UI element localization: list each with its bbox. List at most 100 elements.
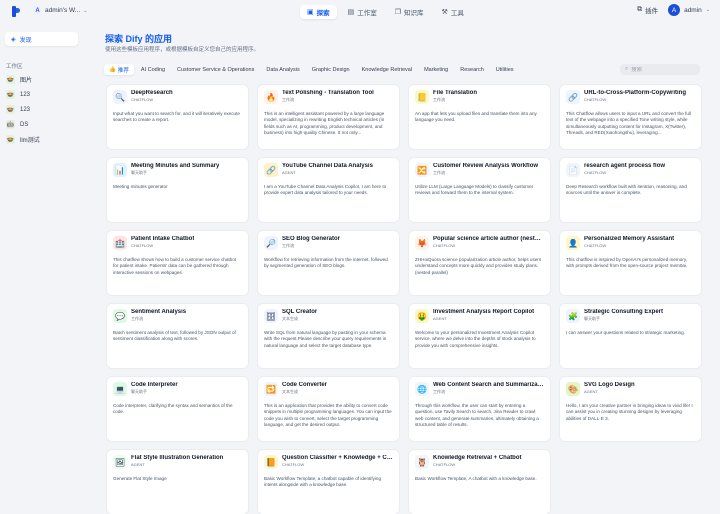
plugins-button[interactable]: ⧉ 插件 (637, 5, 658, 15)
app-description: Hello, I am your creative partner in bri… (566, 403, 693, 421)
app-card[interactable]: 🦊 Popular science article author (nested… (408, 230, 551, 296)
app-card[interactable]: 🔍 DeepResearch CHATFLOW Input what you w… (106, 84, 249, 150)
workspace-name: admin's W... (45, 7, 81, 14)
search-box[interactable]: ⌕ (620, 64, 700, 75)
sidebar-app-label: llm测试 (20, 138, 40, 144)
app-card[interactable]: 📄 research agent process flow CHATFLOW D… (559, 157, 702, 223)
nav-icon: ❐ (394, 8, 402, 16)
app-card[interactable]: 📒 File Translation 工作流 An app that lets … (408, 84, 551, 150)
app-mode-badge: 工作流 (433, 97, 445, 102)
app-name: SEO Blog Generator (282, 236, 341, 242)
sidebar-item-discover[interactable]: ◈ 发现 (5, 32, 78, 46)
app-mode-badge: CHATFLOW (584, 97, 607, 102)
app-icon: 🔗 (264, 163, 278, 177)
category-tab[interactable]: AI Coding (136, 64, 170, 75)
category-tab[interactable]: Utilities (491, 64, 519, 75)
category-tabs: 👍 推荐 AI Coding Customer Service & Operation… (104, 64, 519, 75)
app-card[interactable]: 📙 Question Classifier + Knowledge + Chat… (257, 449, 400, 514)
category-tab[interactable]: Knowledge Retrieval (357, 64, 417, 75)
app-name: Code Converter (282, 382, 328, 388)
app-description: Workflow for retrieving information from… (264, 257, 388, 269)
app-name: Personalized Memory Assistant (584, 236, 675, 242)
app-icon: 🦊 (415, 236, 429, 250)
sidebar-app-item[interactable]: 🍲 图片 (6, 74, 40, 85)
app-icon: 🔗 (566, 90, 580, 104)
sidebar-app-item[interactable]: 🍲 llm测试 (6, 134, 40, 145)
nav-tab-1[interactable]: ▤ 工作室 (341, 5, 384, 19)
app-card[interactable]: 🔥 Text Polishing - Translation Tool 工作流 … (257, 84, 400, 150)
category-tab[interactable]: Graphic Design (307, 64, 355, 75)
category-label: Graphic Design (311, 66, 350, 73)
app-description: I can answer your questions related to s… (566, 330, 685, 335)
app-mode-badge: 工作流 (131, 316, 143, 321)
app-icon: 🖼 (113, 455, 127, 469)
app-card[interactable]: 🔗 URL-to-Cross-Platform-Copywriting CHAT… (559, 84, 702, 150)
app-card[interactable]: 💬 Sentiment Analysis 工作流 Batch sentiment… (106, 303, 249, 369)
app-icon: 🔍 (113, 90, 127, 104)
app-icon: 📊 (113, 163, 127, 177)
app-card[interactable]: 💻 Code Interpreter 聊天助手 Code interpreter… (106, 376, 249, 442)
app-card[interactable]: 🏥 Patient Intake Chatbot CHATFLOW This c… (106, 230, 249, 296)
app-mode-badge: 工作流 (282, 97, 294, 102)
category-label: Knowledge Retrieval (361, 66, 413, 73)
sidebar-app-label: 123 (20, 106, 31, 113)
app-card[interactable]: 🔗 YouTube Channel Data Analysis AGENT I … (257, 157, 400, 223)
app-description: This is an application that provides the… (264, 403, 392, 428)
nav-tab-2[interactable]: ❐ 知识库 (388, 5, 431, 19)
workspace-switcher[interactable]: A admin's W... ⌄ (33, 6, 87, 15)
nav-label: 工作室 (357, 10, 377, 17)
app-card[interactable]: 🎨 SVG Logo Design AGENT Hello, I am your… (559, 376, 702, 442)
workspace-badge: A (33, 6, 42, 15)
app-icon: 🧩 (566, 309, 580, 323)
app-mode-badge: AGENT (433, 316, 447, 321)
discover-label: 发现 (19, 37, 32, 44)
app-name: Web Content Search and Summarizatio... (433, 382, 544, 388)
category-tab[interactable]: 👍 推荐 (104, 64, 134, 75)
app-icon: 💬 (113, 309, 127, 323)
user-menu[interactable]: A admin ⌄ (668, 4, 710, 16)
category-tab[interactable]: Research (455, 64, 489, 75)
user-name: admin (684, 6, 702, 14)
dify-logo[interactable] (12, 6, 20, 17)
app-name: Question Classifier + Knowledge + Chat..… (282, 455, 393, 461)
category-label: 推荐 (117, 67, 129, 74)
nav-icon: ▤ (347, 8, 355, 16)
app-card[interactable]: 👤 Personalized Memory Assistant CHATFLOW… (559, 230, 702, 296)
app-icon: 🔀 (415, 163, 429, 177)
app-mode-badge: AGENT (131, 462, 145, 467)
category-tab[interactable]: Customer Service & Operations (172, 64, 259, 75)
app-name: URL-to-Cross-Platform-Copywriting (584, 90, 686, 96)
app-card[interactable]: 🔀 Customer Review Analysis Workflow 工作流 … (408, 157, 551, 223)
app-card[interactable]: 🦉 Knowledge Retreival + Chatbot CHATFLOW… (408, 449, 551, 514)
app-icon: 🍲 (6, 135, 15, 144)
app-mode-badge: 工作流 (282, 243, 294, 248)
app-name: Investment Analysis Report Copilot (433, 309, 535, 315)
app-icon: 💻 (113, 382, 127, 396)
sidebar-app-item[interactable]: 🤖 DS (6, 119, 40, 130)
app-icon: 🦉 (415, 455, 429, 469)
app-card[interactable]: 🌐 Web Content Search and Summarizatio...… (408, 376, 551, 442)
app-card[interactable]: 🧩 Strategic Consulting Expert 聊天助手 I can… (559, 303, 702, 369)
nav-tab-3[interactable]: ⚒ 工具 (435, 5, 471, 19)
sidebar-app-item[interactable]: 🍲 123 (6, 89, 40, 100)
app-mode-badge: 文本生成 (282, 316, 298, 321)
app-card[interactable]: 📊 Meeting Minutes and Summary 聊天助手 Meeti… (106, 157, 249, 223)
search-icon: ⌕ (625, 66, 629, 72)
app-description: Input what you want to search for, and i… (113, 111, 240, 123)
app-card[interactable]: 🗄 SQL Creator 文本生成 Write SQL from natura… (257, 303, 400, 369)
sidebar-app-item[interactable]: 🍲 123 (6, 104, 40, 115)
sidebar-app-label: 图片 (20, 78, 33, 84)
search-input[interactable] (631, 66, 694, 73)
app-card[interactable]: 🔎 SEO Blog Generator 工作流 Workflow for re… (257, 230, 400, 296)
category-tab[interactable]: Marketing (419, 64, 453, 75)
category-label: AI Coding (140, 66, 166, 73)
category-tab[interactable]: Data Analysis (261, 64, 304, 75)
app-card[interactable]: 🔁 Code Converter 文本生成 This is an applica… (257, 376, 400, 442)
app-card[interactable]: 🤑 Investment Analysis Report Copilot AGE… (408, 303, 551, 369)
app-description: Welcome to your personalized Investment … (415, 330, 536, 348)
app-mode-badge: CHATFLOW (433, 462, 456, 467)
app-card[interactable]: 🖼 Flat Style Illustration Generation AGE… (106, 449, 249, 514)
app-icon: 🔁 (264, 382, 278, 396)
nav-tab-0[interactable]: ▣ 探索 (300, 5, 337, 19)
chevron-down-icon: ⌄ (83, 7, 88, 14)
